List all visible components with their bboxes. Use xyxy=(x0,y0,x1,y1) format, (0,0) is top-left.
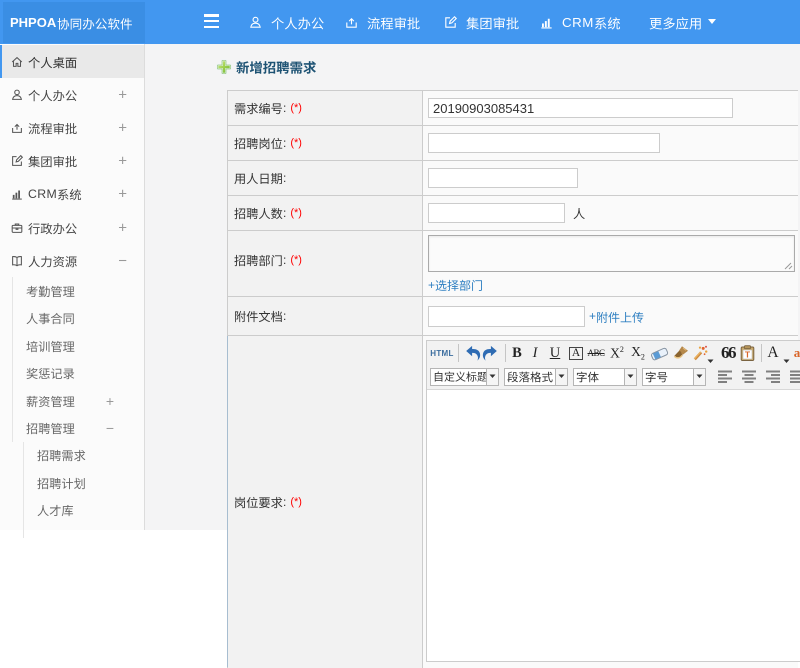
svg-text:T: T xyxy=(744,349,750,359)
